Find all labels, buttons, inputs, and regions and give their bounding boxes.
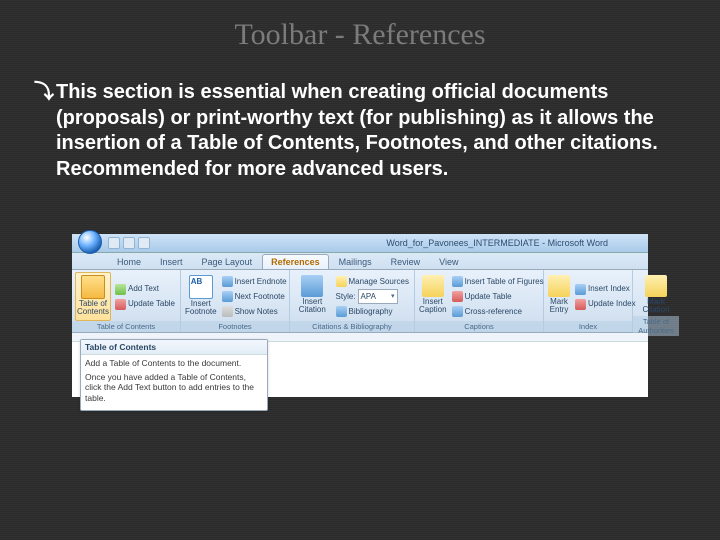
update-tof-icon [452,291,463,302]
add-text-icon [115,284,126,295]
qat-undo-icon[interactable] [123,237,135,249]
style-label: Style: [336,293,356,301]
update-index-button[interactable]: Update Index [573,297,638,311]
mark-citation-button[interactable]: Mark Citation [636,272,676,316]
table-of-contents-label: Table of Contents [77,300,109,317]
manage-sources-icon [336,276,347,287]
slide-title: Toolbar - References [0,18,720,52]
group-index-label: Index [544,321,632,332]
tab-home[interactable]: Home [108,254,150,269]
bullet-text: This section is essential when creating … [56,80,686,182]
group-captions: Insert Caption Insert Table of Figures U… [415,270,544,332]
next-footnote-icon [222,291,233,302]
group-toc: Table of Contents Add Text Update Table … [72,270,181,332]
insert-index-button[interactable]: Insert Index [573,282,638,296]
ribbon-groups: Table of Contents Add Text Update Table … [72,270,648,333]
tooltip-p2: Once you have added a Table of Contents,… [85,372,263,404]
table-of-contents-button[interactable]: Table of Contents [75,272,111,321]
tab-view[interactable]: View [430,254,467,269]
office-button[interactable] [78,230,102,254]
cross-reference-button[interactable]: Cross-reference [450,305,546,319]
mark-entry-icon [548,275,570,297]
word-screenshot: Word_for_Pavonees_INTERMEDIATE - Microso… [72,234,648,394]
mark-entry-button[interactable]: Mark Entry [547,272,571,321]
add-text-button[interactable]: Add Text [113,282,177,296]
bullet-item: ⤵ This section is essential when creatin… [34,80,686,182]
next-footnote-button[interactable]: Next Footnote [220,290,289,304]
bullet-glyph: ⤵ [34,80,54,182]
chevron-down-icon: ▾ [391,293,395,300]
cross-reference-icon [452,306,463,317]
insert-citation-button[interactable]: Insert Citation [293,272,332,321]
group-toc-label: Table of Contents [72,321,180,332]
group-footnotes-label: Footnotes [181,321,289,332]
tooltip-title: Table of Contents [81,340,267,355]
mark-citation-icon [645,275,667,297]
insert-caption-icon [422,275,444,297]
insert-tof-button[interactable]: Insert Table of Figures [450,275,546,289]
document-area: Table of Contents Add a Table of Content… [72,333,648,397]
show-notes-button[interactable]: Show Notes [220,305,289,319]
tab-page-layout[interactable]: Page Layout [193,254,262,269]
style-combo[interactable]: APA▾ [358,289,398,304]
insert-tof-icon [452,276,463,287]
slide: Toolbar - References ⤵ This section is e… [0,0,720,540]
insert-endnote-icon [222,276,233,287]
qat-redo-icon[interactable] [138,237,150,249]
manage-sources-button[interactable]: Manage Sources [334,275,411,289]
style-row: Style: APA▾ [334,290,411,304]
insert-caption-button[interactable]: Insert Caption [418,272,448,321]
ribbon-tabs: Home Insert Page Layout References Maili… [72,253,648,270]
bibliography-icon [336,306,347,317]
tooltip-p1: Add a Table of Contents to the document. [85,358,263,369]
group-citations-label: Citations & Bibliography [290,321,414,332]
bibliography-button[interactable]: Bibliography [334,305,411,319]
group-footnotes: Insert Footnote Insert Endnote Next Foot… [181,270,290,332]
slide-body: ⤵ This section is essential when creatin… [34,80,686,182]
show-notes-icon [222,306,233,317]
tab-insert[interactable]: Insert [151,254,192,269]
insert-footnote-icon [189,275,213,299]
window-title: Word_for_Pavonees_INTERMEDIATE - Microso… [386,238,608,248]
insert-endnote-button[interactable]: Insert Endnote [220,275,289,289]
quick-access-toolbar [108,237,150,249]
insert-footnote-button[interactable]: Insert Footnote [184,272,218,321]
group-toa: Mark Citation Table of Authorities [633,270,679,332]
update-table-button[interactable]: Update Table [113,297,177,311]
update-tof-button[interactable]: Update Table [450,290,546,304]
tooltip-body: Add a Table of Contents to the document.… [81,355,267,410]
table-of-contents-icon [81,275,105,299]
qat-save-icon[interactable] [108,237,120,249]
update-index-icon [575,299,586,310]
group-captions-label: Captions [415,321,543,332]
insert-citation-icon [301,275,323,297]
tab-mailings[interactable]: Mailings [330,254,381,269]
tab-references[interactable]: References [262,254,329,269]
tab-review[interactable]: Review [382,254,430,269]
group-citations: Insert Citation Manage Sources Style: AP… [290,270,415,332]
update-table-icon [115,299,126,310]
insert-index-icon [575,284,586,295]
toc-super-tooltip: Table of Contents Add a Table of Content… [80,339,268,411]
window-titlebar: Word_for_Pavonees_INTERMEDIATE - Microso… [72,234,648,253]
group-index: Mark Entry Insert Index Update Index Ind… [544,270,633,332]
